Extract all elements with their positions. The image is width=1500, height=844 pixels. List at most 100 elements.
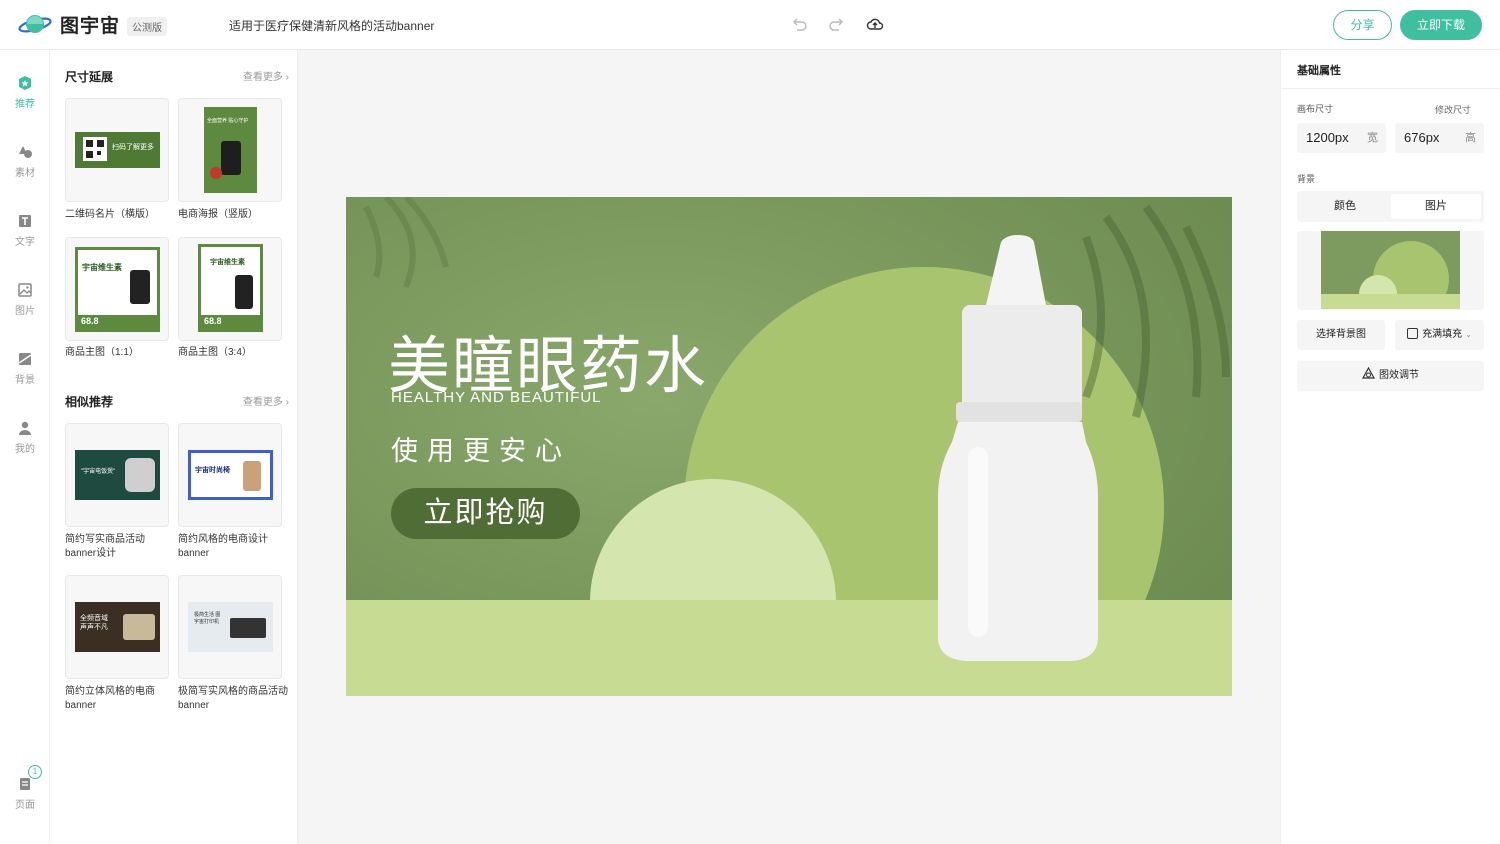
fill-mode-select[interactable]: 充满填充 ⌄ — [1395, 320, 1484, 350]
effect-icon — [1361, 366, 1376, 379]
nav-label: 页面 — [15, 800, 35, 811]
see-more-label: 查看更多 — [242, 397, 283, 408]
template-card[interactable]: "宇宙电饭煲" — [65, 423, 169, 527]
beta-badge: 公测版 — [127, 17, 167, 36]
crop-icon — [1407, 328, 1419, 339]
template-card[interactable]: 全频音域 声声不凡 — [65, 575, 169, 679]
card-label: 二维码名片（横版） — [65, 209, 155, 220]
see-more-similar-link[interactable]: 查看更多 › — [243, 393, 289, 408]
nav-text[interactable]: 文字 — [0, 213, 50, 248]
width-input[interactable]: 1200px 宽 — [1297, 123, 1386, 153]
template-card[interactable]: 极简生活 图宇宙打印机 — [178, 575, 282, 679]
banner-subtitle[interactable]: HEALTHY AND BEAUTIFUL — [391, 389, 602, 406]
nav-images[interactable]: 图片 — [0, 282, 50, 317]
document-title[interactable]: 适用于医疗保健清新风格的活动banner — [229, 17, 434, 34]
section-title-similar: 相似推荐 — [65, 395, 114, 409]
printer-shape — [230, 618, 266, 638]
see-more-label: 查看更多 — [242, 72, 283, 83]
bottle-thumbnail — [221, 141, 241, 175]
card-thumbnail: 全面营养 贴心守护 — [204, 107, 257, 193]
properties-title: 基础属性 — [1297, 65, 1341, 77]
image-icon — [18, 283, 32, 297]
banner-cta-button[interactable]: 立即抢购 — [391, 488, 580, 539]
nav-label: 素材 — [15, 168, 35, 179]
banner-slogan[interactable]: 使用更安心 — [391, 429, 571, 468]
nav-background[interactable]: 背景 — [0, 351, 50, 386]
canvas-area[interactable]: 美瞳眼药水 HEALTHY AND BEAUTIFUL 使用更安心 立即抢购 — [298, 50, 1280, 844]
resize-link[interactable]: 修改尺寸 — [1435, 103, 1471, 116]
cloud-save-icon[interactable] — [866, 15, 884, 33]
canvas-size-label: 画布尺寸 — [1297, 104, 1334, 114]
template-card[interactable]: 宇宙时尚椅 — [178, 423, 282, 527]
background-label: 背景 — [1297, 174, 1316, 184]
nav-recommend[interactable]: 推荐 — [0, 75, 50, 110]
background-preview[interactable] — [1297, 231, 1484, 310]
share-button[interactable]: 分享 — [1333, 10, 1392, 40]
background-icon — [18, 353, 32, 365]
nav-label: 推荐 — [15, 99, 35, 110]
tab-image[interactable]: 图片 — [1391, 194, 1481, 219]
card-label: 商品主图（1:1） — [65, 347, 139, 358]
pages-count-badge: 1 — [28, 765, 42, 779]
thumb-text: 全面营养 贴心守护 — [207, 118, 249, 124]
download-button[interactable]: 立即下载 — [1400, 10, 1482, 40]
price-text: 68.8 — [81, 316, 99, 326]
thumb-text: 宇宙维生素 — [82, 263, 122, 272]
width-value: 1200px — [1306, 130, 1349, 145]
properties-panel: 基础属性 画布尺寸 修改尺寸 1200px 宽 676px 高 背景 颜色 图片… — [1280, 50, 1500, 844]
card-label: 商品主图（3:4） — [178, 347, 252, 358]
select-background-button[interactable]: 选择背景图 — [1297, 320, 1385, 350]
qr-code-icon — [83, 137, 107, 161]
height-input[interactable]: 676px 高 — [1395, 123, 1484, 153]
divider — [1281, 88, 1500, 89]
banner-canvas[interactable]: 美瞳眼药水 HEALTHY AND BEAUTIFUL 使用更安心 立即抢购 — [346, 197, 1232, 696]
thumb-text: 全频音域 声声不凡 — [80, 615, 108, 631]
card-label: 电商海报（竖版） — [178, 209, 258, 220]
price-strip: 68.8 — [201, 315, 260, 329]
chair-shape — [243, 461, 261, 491]
nav-label: 图片 — [15, 306, 35, 317]
radio-shape — [123, 614, 155, 640]
card-thumbnail: 宇宙维生素 68.8 — [198, 244, 263, 332]
planet-logo-icon — [18, 14, 52, 33]
rice-cooker-shape — [125, 458, 155, 492]
bottle-thumbnail — [235, 275, 253, 309]
effect-adjust-label: 图效调节 — [1379, 370, 1419, 381]
nav-pages[interactable]: 1 页面 — [0, 765, 50, 811]
template-panel: 尺寸延展 查看更多 › 扫码了解更多 二维码名片（横版） 全面营养 贴心守护 电… — [50, 50, 298, 844]
left-nav: 推荐 素材 文字 图片 背景 我的 1 页面 — [0, 50, 50, 844]
thumb-text: 宇宙时尚椅 — [195, 467, 230, 474]
card-label: 简约立体风格的电商banner — [65, 686, 155, 711]
see-more-size-link[interactable]: 查看更多 › — [243, 68, 289, 83]
nav-label: 我的 — [15, 444, 35, 455]
nav-materials[interactable]: 素材 — [0, 144, 50, 179]
section-title-size: 尺寸延展 — [65, 70, 114, 84]
undo-icon[interactable] — [790, 15, 808, 33]
logo[interactable]: 图宇宙 — [18, 11, 120, 38]
thumb-text: 宇宙维生素 — [210, 259, 245, 266]
top-bar: 图宇宙 公测版 适用于医疗保健清新风格的活动banner 分享 立即下载 — [0, 0, 1500, 50]
template-card[interactable]: 宇宙维生素 68.8 — [65, 237, 169, 341]
user-icon — [19, 421, 31, 435]
effect-adjust-button[interactable]: 图效调节 — [1297, 361, 1484, 391]
tab-color[interactable]: 颜色 — [1300, 194, 1390, 219]
fruit-shape — [210, 167, 222, 179]
template-card[interactable]: 宇宙维生素 68.8 — [178, 237, 282, 341]
height-unit: 高 — [1465, 132, 1476, 144]
background-type-toggle: 颜色 图片 — [1297, 191, 1484, 222]
nav-mine[interactable]: 我的 — [0, 420, 50, 455]
thumb-text: 扫码了解更多 — [112, 144, 154, 151]
nav-label: 背景 — [15, 375, 35, 386]
price-text: 68.8 — [204, 316, 222, 326]
card-thumbnail: 全频音域 声声不凡 — [75, 602, 160, 652]
redo-icon[interactable] — [828, 15, 846, 33]
template-card[interactable]: 扫码了解更多 — [65, 98, 169, 202]
price-strip: 68.8 — [78, 315, 157, 329]
text-icon — [19, 215, 31, 227]
card-thumbnail: "宇宙电饭煲" — [75, 450, 160, 500]
template-card[interactable]: 全面营养 贴心守护 — [178, 98, 282, 202]
card-thumbnail: 扫码了解更多 — [75, 132, 160, 168]
height-value: 676px — [1404, 130, 1440, 145]
chevron-down-icon: ⌄ — [1465, 330, 1472, 339]
card-thumbnail: 宇宙维生素 68.8 — [75, 247, 160, 332]
